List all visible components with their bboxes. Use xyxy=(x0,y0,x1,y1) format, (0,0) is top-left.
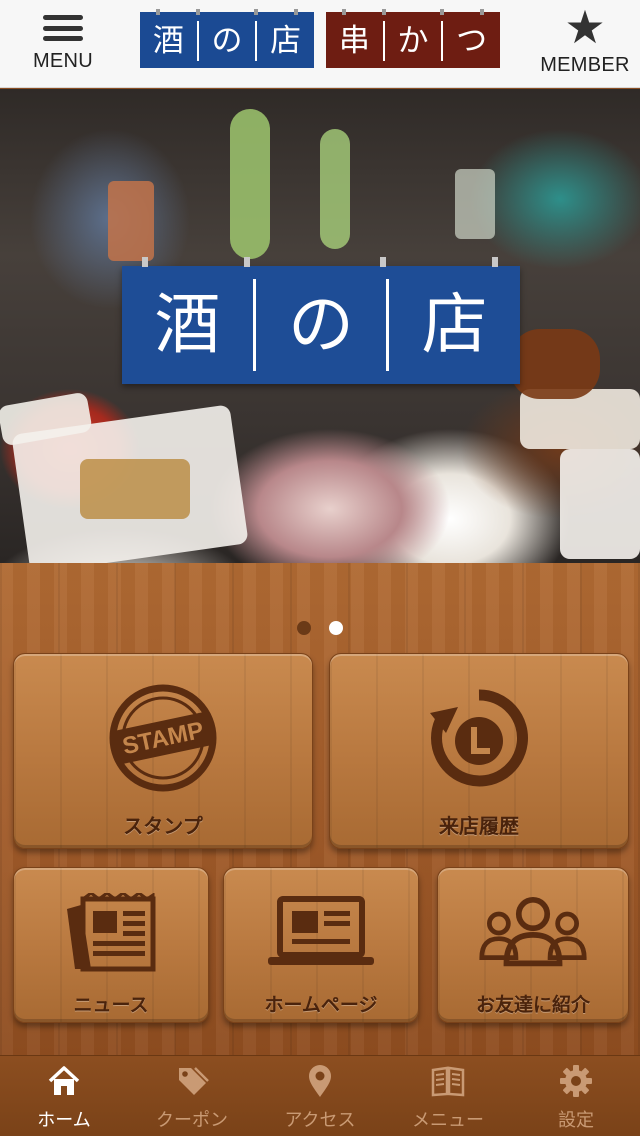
home-icon xyxy=(47,1064,81,1098)
stamp-icon: STAMP xyxy=(103,678,223,798)
member-button[interactable]: ★ MEMBER xyxy=(530,0,640,82)
member-label: MEMBER xyxy=(540,54,630,76)
menu-button[interactable]: MENU xyxy=(8,6,118,82)
refer-friend-label: お友達に紹介 xyxy=(475,994,590,1016)
map-pin-icon xyxy=(303,1064,337,1098)
tab-menu[interactable]: メニュー xyxy=(384,1056,512,1136)
star-icon: ★ xyxy=(564,0,606,54)
hero-sign-char: の xyxy=(288,286,354,363)
homepage-tile-button[interactable]: ホームページ xyxy=(223,867,419,1023)
coupon-tag-icon xyxy=(175,1064,209,1098)
hamburger-icon xyxy=(43,10,83,46)
carousel-pager xyxy=(0,621,640,637)
logo-sign-sake-shop: 酒 の 店 xyxy=(140,9,314,68)
hero-shop-sign: 酒 の 店 xyxy=(122,257,520,384)
hero-sign-char: 店 xyxy=(421,286,488,363)
logo-char: つ xyxy=(456,23,488,59)
tab-home-label: ホーム xyxy=(37,1110,91,1131)
stamp-tile-button[interactable]: STAMP スタンプ xyxy=(13,653,313,849)
book-icon xyxy=(431,1064,465,1098)
news-label: ニュース xyxy=(73,994,149,1016)
shop-logo: 酒 の 店 串 か つ xyxy=(140,9,500,68)
logo-sign-kushikatsu: 串 か つ xyxy=(326,9,500,68)
hero-sign-char: 酒 xyxy=(154,286,221,363)
stamp-label: スタンプ xyxy=(123,814,203,838)
visit-history-label: 来店履歴 xyxy=(439,814,519,838)
gear-icon xyxy=(559,1064,593,1098)
news-tile-button[interactable]: ニュース xyxy=(13,867,209,1023)
tab-menu-label: メニュー xyxy=(412,1110,484,1131)
pager-dot-active[interactable] xyxy=(329,621,343,635)
logo-char: 串 xyxy=(338,23,370,59)
homepage-label: ホームページ xyxy=(264,994,378,1016)
hero-carousel-image[interactable]: 酒 の 店 xyxy=(0,89,640,563)
tab-coupon-label: クーポン xyxy=(156,1110,228,1131)
logo-char: 酒 xyxy=(152,23,184,59)
tab-settings[interactable]: 設定 xyxy=(512,1056,640,1136)
bottom-tab-bar: ホーム クーポン アクセス メニュー 設定 xyxy=(0,1055,640,1136)
refer-friend-tile-button[interactable]: お友達に紹介 xyxy=(437,867,629,1023)
tab-home[interactable]: ホーム xyxy=(0,1056,128,1136)
friends-icon xyxy=(478,890,588,976)
menu-label: MENU xyxy=(32,50,94,72)
tab-access[interactable]: アクセス xyxy=(256,1056,384,1136)
main-panel: STAMP スタンプ 来店履歴 ニュース ホームページ お友達に紹介 xyxy=(0,563,640,1055)
logo-char: の xyxy=(211,23,243,59)
tab-coupon[interactable]: クーポン xyxy=(128,1056,256,1136)
laptop-icon xyxy=(266,890,376,976)
newspaper-icon xyxy=(56,890,166,976)
history-clock-icon xyxy=(419,678,539,798)
logo-char: 店 xyxy=(270,23,302,59)
tab-access-label: アクセス xyxy=(284,1110,356,1131)
app-header: MENU 酒 の 店 串 か つ ★ MEMBER xyxy=(0,0,640,88)
tab-settings-label: 設定 xyxy=(558,1110,594,1131)
logo-char: か xyxy=(397,23,429,59)
pager-dot[interactable] xyxy=(297,621,311,635)
visit-history-tile-button[interactable]: 来店履歴 xyxy=(329,653,629,849)
